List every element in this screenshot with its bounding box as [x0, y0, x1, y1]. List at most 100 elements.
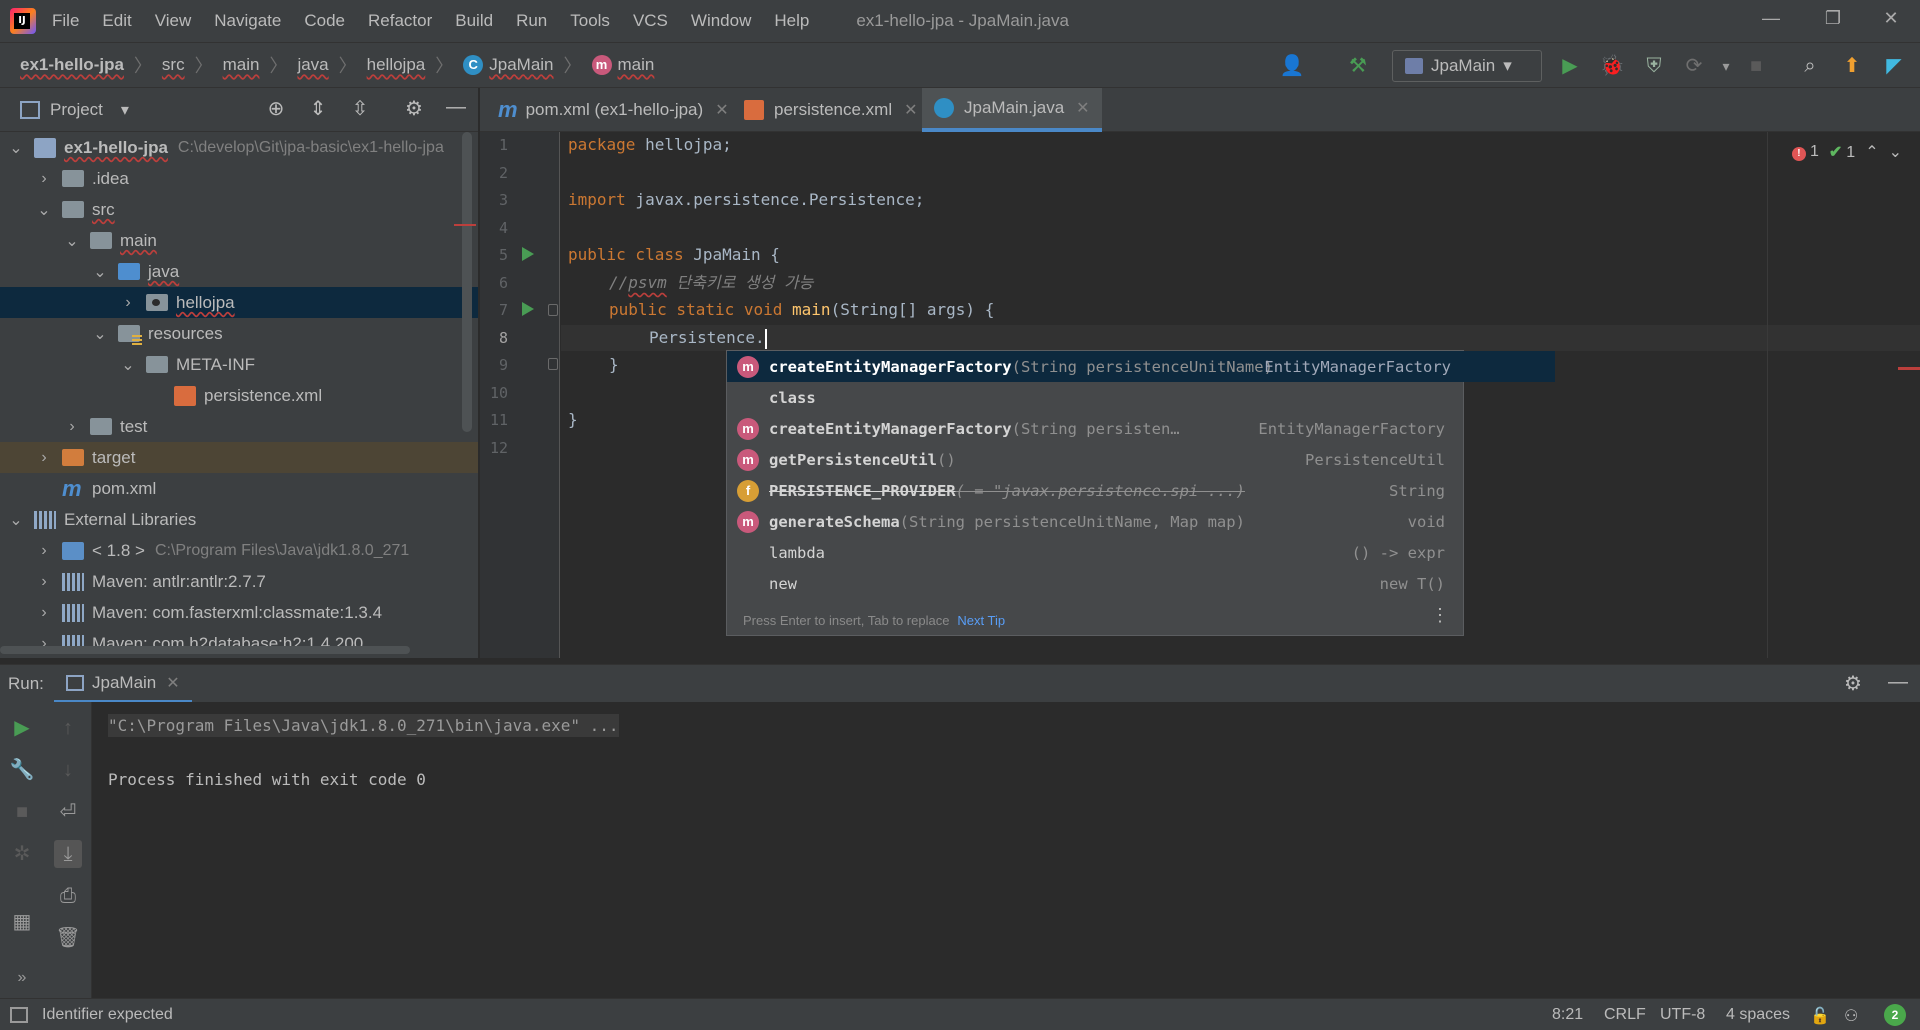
- debug-icon[interactable]: 🐞: [1598, 52, 1626, 80]
- chevron-down-icon[interactable]: ▾: [121, 100, 129, 120]
- completion-item[interactable]: lambda () -> expr: [727, 537, 1463, 568]
- chevron-right-icon[interactable]: ›: [34, 170, 54, 188]
- hide-panel-icon[interactable]: —: [442, 96, 470, 119]
- profile-icon[interactable]: ⟳: [1680, 52, 1708, 80]
- breadcrumb-main[interactable]: main: [223, 55, 260, 75]
- notifications-badge[interactable]: 2: [1884, 1004, 1906, 1026]
- tree-item-java[interactable]: ⌄ java: [0, 256, 478, 287]
- gear-icon[interactable]: ⚙: [400, 96, 428, 121]
- arrow-up-icon[interactable]: ↑: [54, 714, 82, 742]
- completion-item[interactable]: m createEntityManagerFactory (String per…: [727, 351, 1555, 382]
- tree-item-library[interactable]: › Maven: antlr:antlr:2.7.7: [0, 566, 478, 597]
- chevron-up-icon[interactable]: ⌃: [1865, 142, 1878, 162]
- chevron-down-icon[interactable]: ⌄: [90, 324, 110, 344]
- tree-item-idea[interactable]: › .idea: [0, 163, 478, 194]
- caret-position[interactable]: 8:21: [1552, 1006, 1583, 1024]
- tree-item-test[interactable]: › test: [0, 411, 478, 442]
- breadcrumb-src[interactable]: src: [162, 55, 185, 75]
- rerun-icon[interactable]: ▶: [8, 714, 36, 742]
- menu-file[interactable]: File: [52, 11, 79, 31]
- chevron-right-icon[interactable]: ›: [34, 604, 54, 622]
- project-panel-title[interactable]: Project: [50, 100, 103, 120]
- editor-gutter[interactable]: 1 2 3 4 5 6 7 8 9 10 11 12: [480, 132, 560, 658]
- close-window-button[interactable]: ✕: [1876, 8, 1906, 29]
- fold-icon[interactable]: [548, 358, 558, 370]
- menu-window[interactable]: Window: [691, 11, 751, 31]
- tree-vertical-scrollbar[interactable]: [462, 132, 472, 432]
- menu-refactor[interactable]: Refactor: [368, 11, 432, 31]
- next-tip-link[interactable]: Next Tip: [957, 613, 1005, 628]
- lock-icon[interactable]: 🔓: [1810, 1006, 1830, 1026]
- tree-horizontal-scrollbar[interactable]: [0, 646, 410, 654]
- chevron-right-icon[interactable]: ›: [118, 294, 138, 312]
- file-encoding[interactable]: UTF-8: [1660, 1006, 1705, 1024]
- run-main-gutter-icon[interactable]: [522, 302, 534, 316]
- error-stripe-marker[interactable]: [1898, 367, 1920, 370]
- chevron-down-icon[interactable]: ⌄: [118, 355, 138, 375]
- menu-view[interactable]: View: [155, 11, 192, 31]
- completion-item[interactable]: m generateSchema (String persistenceUnit…: [727, 506, 1463, 537]
- line-separator[interactable]: CRLF: [1604, 1006, 1646, 1024]
- breadcrumb-class[interactable]: JpaMain: [489, 55, 553, 75]
- minimize-button[interactable]: —: [1756, 8, 1786, 29]
- tree-item-hellojpa[interactable]: › hellojpa: [0, 287, 478, 318]
- run-class-gutter-icon[interactable]: [522, 247, 534, 261]
- more-run-actions-icon[interactable]: ▾: [1712, 52, 1740, 80]
- chevron-down-icon[interactable]: ⌄: [6, 138, 26, 158]
- tree-item-src[interactable]: ⌄ src: [0, 194, 478, 225]
- indent-setting[interactable]: 4 spaces: [1726, 1006, 1790, 1024]
- soft-wrap-icon[interactable]: ⏎: [54, 798, 82, 826]
- search-icon[interactable]: ⌕: [1796, 52, 1824, 80]
- chevron-right-icon[interactable]: ›: [62, 418, 82, 436]
- breadcrumb-project[interactable]: ex1-hello-jpa: [20, 55, 124, 75]
- close-icon[interactable]: ✕: [904, 100, 917, 120]
- hide-panel-icon[interactable]: —: [1888, 671, 1908, 694]
- chevron-down-icon[interactable]: ⌄: [62, 231, 82, 251]
- menu-navigate[interactable]: Navigate: [214, 11, 281, 31]
- tree-item-main[interactable]: ⌄ main: [0, 225, 478, 256]
- tree-item-jdk[interactable]: › < 1.8 > C:\Program Files\Java\jdk1.8.0…: [0, 535, 478, 566]
- inspection-widget[interactable]: ! 1 ✔ 1 ⌃ ⌄: [1791, 142, 1902, 162]
- menu-run[interactable]: Run: [516, 11, 547, 31]
- tree-item-persistence-xml[interactable]: persistence.xml: [0, 380, 478, 411]
- user-icon[interactable]: 👤: [1278, 52, 1306, 80]
- locate-icon[interactable]: ⊕: [262, 96, 290, 121]
- restore-button[interactable]: ❐: [1818, 8, 1848, 29]
- completion-item[interactable]: m createEntityManagerFactory (String per…: [727, 413, 1463, 444]
- run-icon[interactable]: ▶: [1556, 52, 1584, 80]
- tree-item-pom-xml[interactable]: m pom.xml: [0, 473, 478, 504]
- chevron-right-icon[interactable]: ›: [34, 542, 54, 560]
- expand-all-icon[interactable]: ⇕: [304, 96, 332, 121]
- close-icon[interactable]: ✕: [715, 100, 728, 120]
- close-icon[interactable]: ✕: [1076, 98, 1089, 118]
- menu-help[interactable]: Help: [774, 11, 809, 31]
- completion-item[interactable]: new new T(): [727, 568, 1463, 599]
- menu-vcs[interactable]: VCS: [633, 11, 668, 31]
- inspector-icon[interactable]: ⚇: [1844, 1006, 1858, 1026]
- menu-edit[interactable]: Edit: [102, 11, 131, 31]
- menu-build[interactable]: Build: [455, 11, 493, 31]
- gear-icon[interactable]: ⚙: [1844, 671, 1862, 696]
- tree-item-meta-inf[interactable]: ⌄ META-INF: [0, 349, 478, 380]
- tab-jpamain-java[interactable]: JpaMain.java ✕: [922, 88, 1102, 132]
- more-icon[interactable]: »: [8, 964, 36, 992]
- collapse-all-icon[interactable]: ⇳: [346, 96, 374, 121]
- chevron-right-icon[interactable]: ›: [34, 449, 54, 467]
- tree-item-project-root[interactable]: ⌄ ex1-hello-jpa C:\develop\Git\jpa-basic…: [0, 132, 478, 163]
- breadcrumb-hellojpa[interactable]: hellojpa: [367, 55, 426, 75]
- trash-icon[interactable]: 🗑: [54, 924, 82, 952]
- debug-icon[interactable]: ✲: [8, 840, 36, 868]
- more-options-icon[interactable]: ⋮: [1431, 605, 1449, 626]
- completion-item[interactable]: f PERSISTENCE_PROVIDER ( = "javax.persis…: [727, 475, 1463, 506]
- coverage-icon[interactable]: ⛨: [1640, 52, 1668, 80]
- tab-pom-xml[interactable]: m pom.xml (ex1-hello-jpa) ✕: [486, 88, 741, 132]
- menu-code[interactable]: Code: [304, 11, 345, 31]
- stop-icon[interactable]: ■: [1742, 52, 1770, 80]
- update-icon[interactable]: ⬆: [1838, 52, 1866, 80]
- stop-icon[interactable]: ■: [8, 798, 36, 826]
- print-icon[interactable]: ⎙: [54, 882, 82, 910]
- chevron-down-icon[interactable]: ⌄: [34, 200, 54, 220]
- tree-item-external-libraries[interactable]: ⌄ External Libraries: [0, 504, 478, 535]
- chevron-down-icon[interactable]: ⌄: [1889, 142, 1902, 162]
- close-icon[interactable]: ✕: [166, 673, 179, 693]
